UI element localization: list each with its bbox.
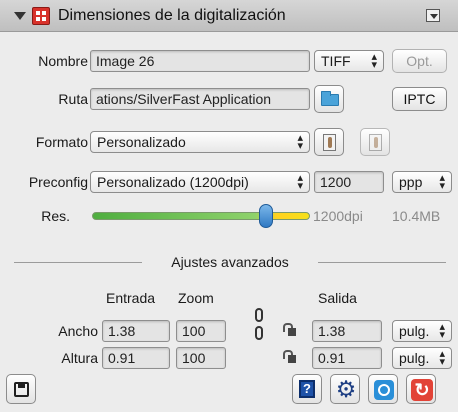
panel-title: Dimensiones de la digitalización: [58, 7, 286, 24]
column-zoom-header: Zoom: [178, 290, 214, 306]
gear-icon: ⚙: [335, 376, 357, 402]
opt-button[interactable]: Opt.: [392, 49, 447, 73]
name-label: Nombre: [38, 53, 88, 69]
reset-button[interactable]: ↻: [406, 374, 436, 404]
portrait-icon: [323, 134, 336, 151]
input-width-field[interactable]: 1.38: [102, 320, 170, 342]
disclosure-triangle-icon[interactable]: [14, 12, 26, 20]
quick-button[interactable]: [368, 374, 398, 404]
help-button[interactable]: ?: [292, 374, 322, 404]
width-unit-select[interactable]: pulg. ▴ ▾: [392, 320, 452, 342]
help-icon: ?: [299, 380, 315, 398]
portrait-button[interactable]: [314, 128, 344, 156]
folder-icon: [321, 91, 339, 106]
resolution-slider-knob[interactable]: [259, 204, 273, 228]
file-size-text: 10.4MB: [392, 208, 441, 224]
height-label: Altura: [61, 350, 98, 366]
updown-arrows-icon: ▴ ▾: [371, 51, 377, 71]
width-label: Ancho: [58, 323, 98, 339]
resolution-unit-select[interactable]: ppp ▴ ▾: [392, 171, 452, 193]
height-unit-value: pulg.: [399, 350, 430, 366]
path-field[interactable]: ations/SilverFast Application: [90, 88, 310, 110]
name-field[interactable]: Image 26: [90, 50, 310, 72]
preconfig-value: Personalizado (1200dpi): [97, 174, 249, 190]
output-height-field[interactable]: 0.91: [312, 347, 382, 369]
lock-icon[interactable]: [283, 323, 297, 337]
updown-arrows-icon: ▴ ▾: [439, 348, 445, 368]
landscape-button[interactable]: [360, 128, 390, 156]
quick-icon: [374, 380, 394, 400]
settings-button[interactable]: ⚙: [330, 374, 360, 404]
path-label: Ruta: [58, 91, 88, 107]
height-unit-select[interactable]: pulg. ▴ ▾: [392, 347, 452, 369]
link-chain-icon[interactable]: [253, 302, 265, 350]
column-input-header: Entrada: [106, 290, 156, 306]
updown-arrows-icon: ▴ ▾: [297, 172, 303, 192]
choose-folder-button[interactable]: [314, 85, 344, 113]
lock-icon[interactable]: [283, 350, 297, 364]
width-unit-value: pulg.: [399, 323, 430, 339]
input-height-field[interactable]: 0.91: [102, 347, 170, 369]
iptc-button[interactable]: IPTC: [392, 87, 447, 111]
column-output-header: Salida: [318, 290, 357, 306]
divider-right: [318, 262, 446, 263]
save-icon: [14, 382, 29, 397]
resolution-slider-track[interactable]: [92, 212, 310, 220]
panel-menu-icon[interactable]: [426, 9, 440, 22]
updown-arrows-icon: ▴ ▾: [297, 132, 303, 152]
file-format-select[interactable]: TIFF ▴ ▾: [314, 50, 384, 72]
output-width-field[interactable]: 1.38: [312, 320, 382, 342]
format-select[interactable]: Personalizado ▴ ▾: [90, 131, 310, 153]
divider-left: [14, 262, 142, 263]
zoom-width-field[interactable]: 100: [176, 320, 226, 342]
updown-arrows-icon: ▴ ▾: [439, 172, 445, 192]
save-button[interactable]: [6, 374, 36, 404]
advanced-settings-toggle[interactable]: Ajustes avanzados: [142, 254, 318, 270]
preconfig-select[interactable]: Personalizado (1200dpi) ▴ ▾: [90, 171, 310, 193]
landscape-icon: [369, 134, 382, 151]
zoom-height-field[interactable]: 100: [176, 347, 226, 369]
format-label: Formato: [35, 134, 88, 150]
preconfig-label: Preconfig: [28, 174, 88, 190]
updown-arrows-icon: ▴ ▾: [439, 321, 445, 341]
file-format-value: TIFF: [321, 53, 351, 69]
reset-icon: ↻: [411, 379, 433, 401]
panel-title-bar[interactable]: Dimensiones de la digitalización: [0, 0, 458, 32]
res-label: Res.: [41, 208, 70, 224]
resolution-unit-value: ppp: [399, 174, 423, 190]
resolution-field[interactable]: 1200: [314, 171, 384, 193]
format-value: Personalizado: [97, 134, 186, 150]
scan-dimensions-icon: [32, 7, 50, 25]
res-value-text: 1200dpi: [313, 208, 363, 224]
